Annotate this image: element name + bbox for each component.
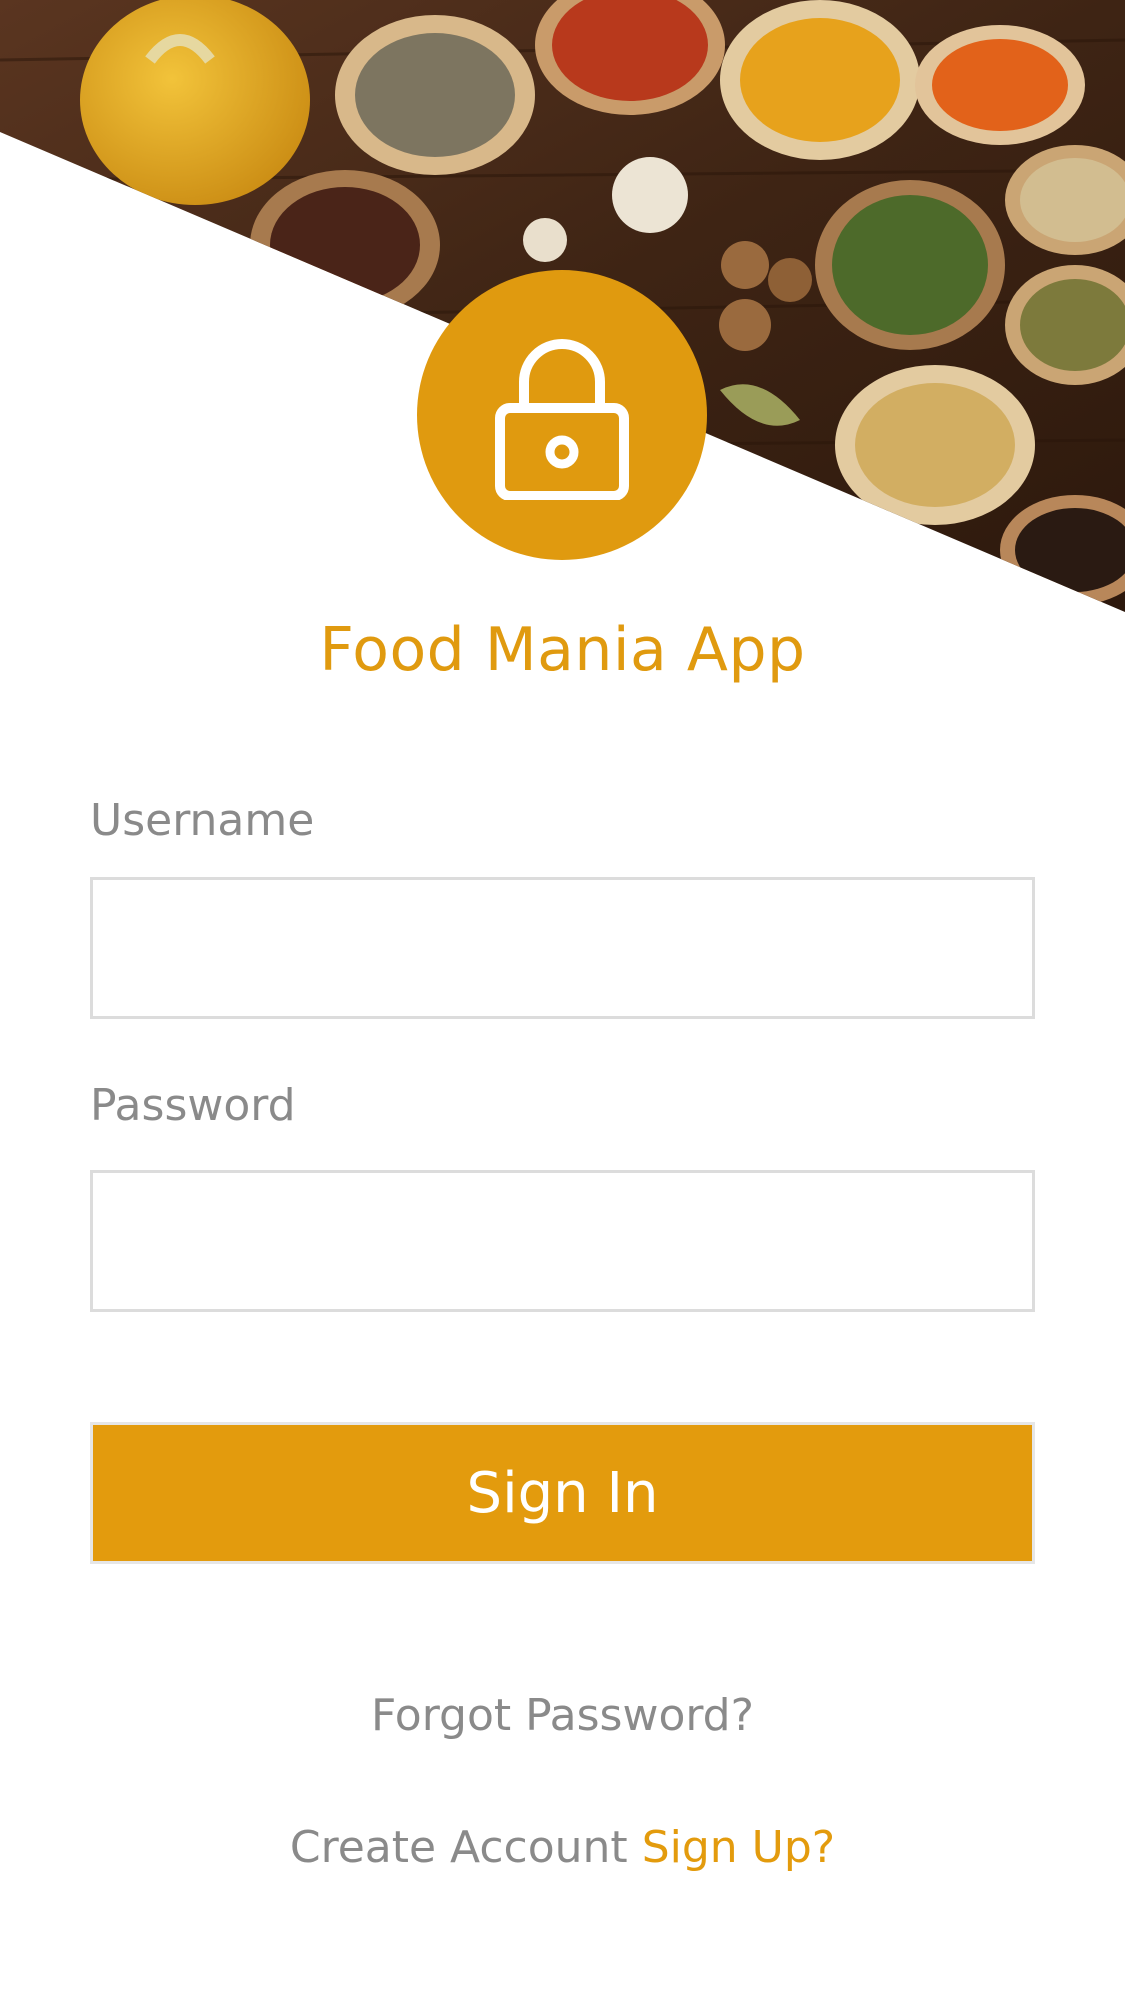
create-account-text: Create Account bbox=[289, 1822, 628, 1873]
sign-in-label: Sign In bbox=[466, 1460, 659, 1526]
username-label: Username bbox=[90, 795, 315, 846]
password-input[interactable] bbox=[90, 1170, 1035, 1312]
login-screen: Food Mania App Username Password Sign In… bbox=[0, 0, 1125, 2001]
forgot-password-link[interactable]: Forgot Password? bbox=[371, 1690, 754, 1741]
app-title: Food Mania App bbox=[319, 615, 806, 685]
password-label: Password bbox=[90, 1080, 296, 1131]
sign-in-button[interactable]: Sign In bbox=[90, 1422, 1035, 1564]
username-input[interactable] bbox=[90, 877, 1035, 1019]
sign-up-link[interactable]: Sign Up? bbox=[642, 1822, 835, 1873]
create-account-row: Create Account Sign Up? bbox=[0, 1822, 1125, 1873]
lock-badge bbox=[417, 270, 707, 560]
lock-icon bbox=[495, 339, 629, 500]
forgot-password-row: Forgot Password? bbox=[0, 1690, 1125, 1741]
